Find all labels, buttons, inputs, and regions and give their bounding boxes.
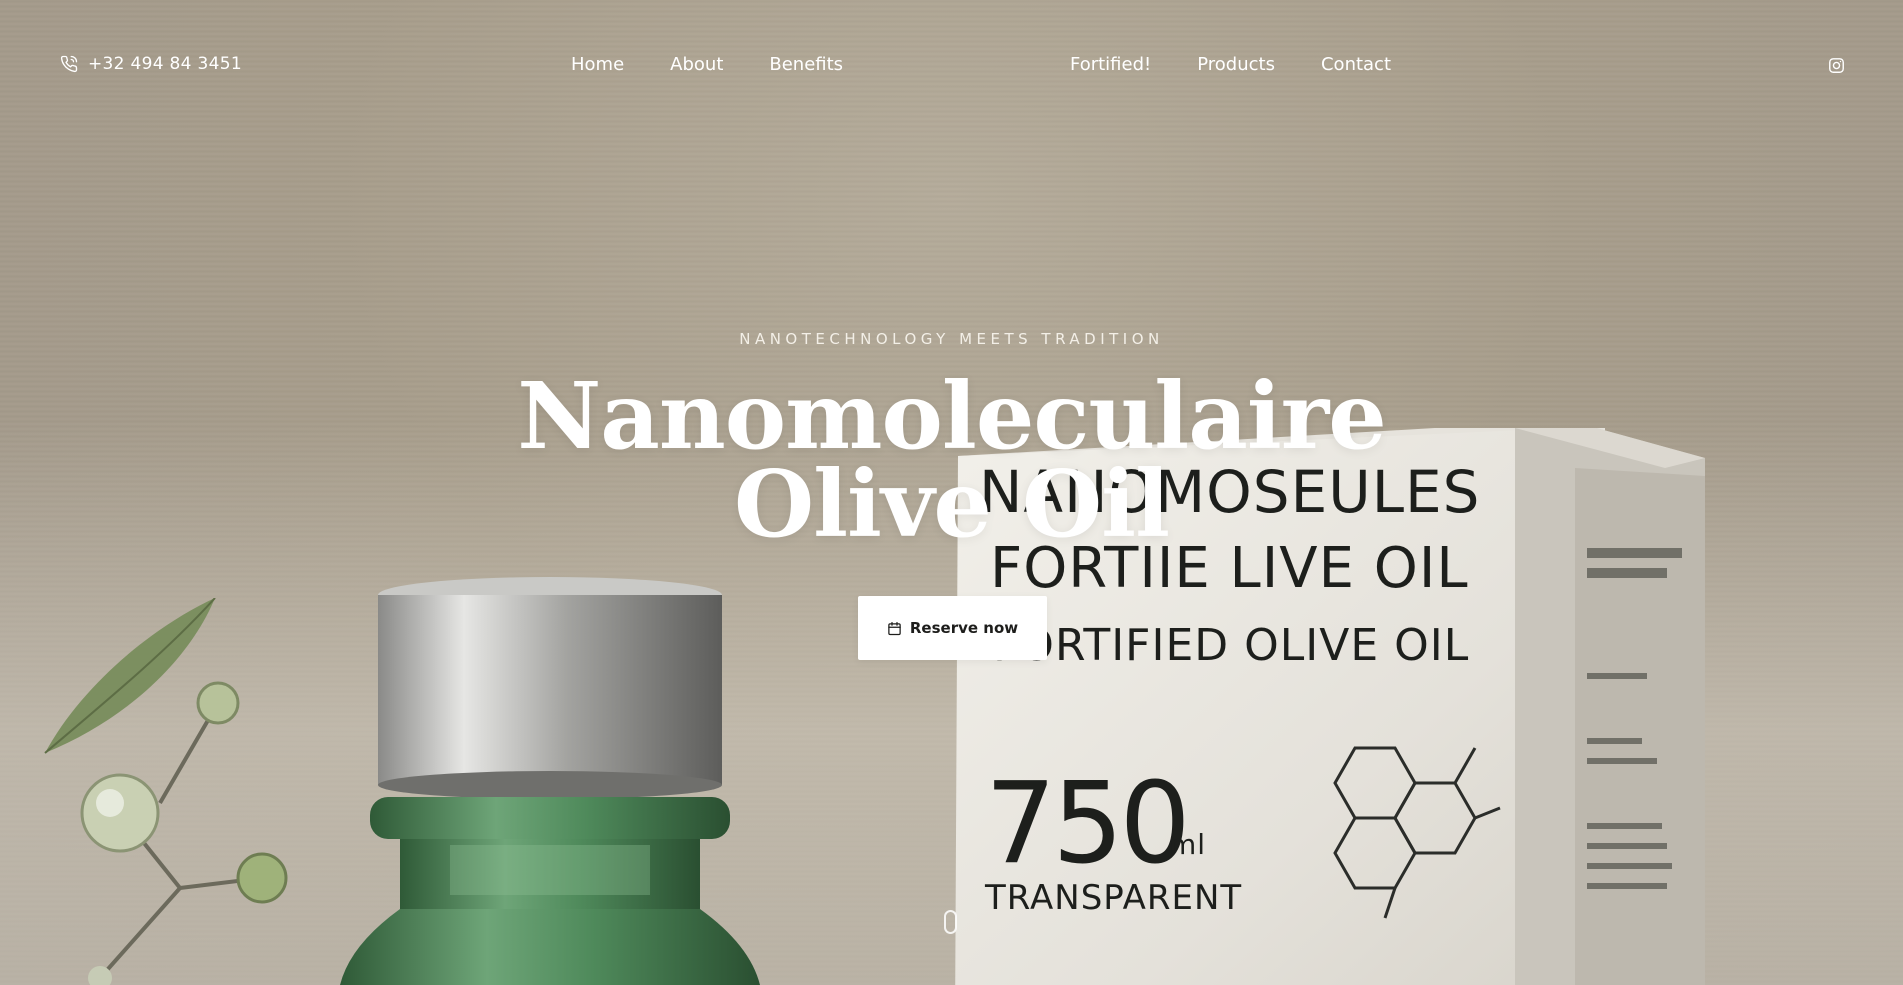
nav-about[interactable]: About — [670, 54, 723, 75]
hero-eyebrow: NANOTECHNOLOGY MEETS TRADITION — [739, 330, 1164, 348]
phone-link[interactable]: +32 494 84 3451 — [60, 54, 242, 74]
instagram-icon[interactable] — [1828, 57, 1845, 74]
oil-bottle-image — [340, 577, 760, 985]
nav-products[interactable]: Products — [1197, 54, 1275, 75]
scroll-down-indicator[interactable] — [944, 910, 957, 934]
box-print-line4: TRANSPARENT — [985, 878, 1243, 918]
hero-title-line1: Nanomoleculaire — [517, 362, 1387, 470]
phone-number: +32 494 84 3451 — [88, 54, 242, 74]
nav-fortified[interactable]: Fortified! — [1070, 54, 1151, 75]
box-print-volume: 750 — [985, 759, 1191, 889]
box-print-unit: ml — [1169, 828, 1207, 861]
hero-title-line2: Olive Oil — [733, 450, 1170, 558]
nav-benefits[interactable]: Benefits — [769, 54, 843, 75]
molecule-leaf-image — [44, 598, 288, 985]
hero-title: Nanomoleculaire Olive Oil — [0, 362, 1903, 558]
nav-left: Home About Benefits — [571, 54, 843, 75]
phone-icon — [60, 55, 78, 73]
hero-section: NANOMOSEULES FORTIIE LIVE OIL FORTIFIED … — [0, 0, 1903, 985]
calendar-icon — [887, 621, 902, 636]
box-print-line3: FORTIFIED OLIVE OIL — [993, 620, 1470, 671]
nav-right: Fortified! Products Contact — [1070, 54, 1391, 75]
nav-home[interactable]: Home — [571, 54, 624, 75]
reserve-now-button[interactable]: Reserve now — [858, 596, 1047, 660]
nav-contact[interactable]: Contact — [1321, 54, 1391, 75]
site-header: +32 494 84 3451 Home About Benefits Fort… — [0, 0, 1903, 135]
reserve-now-label: Reserve now — [909, 619, 1019, 637]
